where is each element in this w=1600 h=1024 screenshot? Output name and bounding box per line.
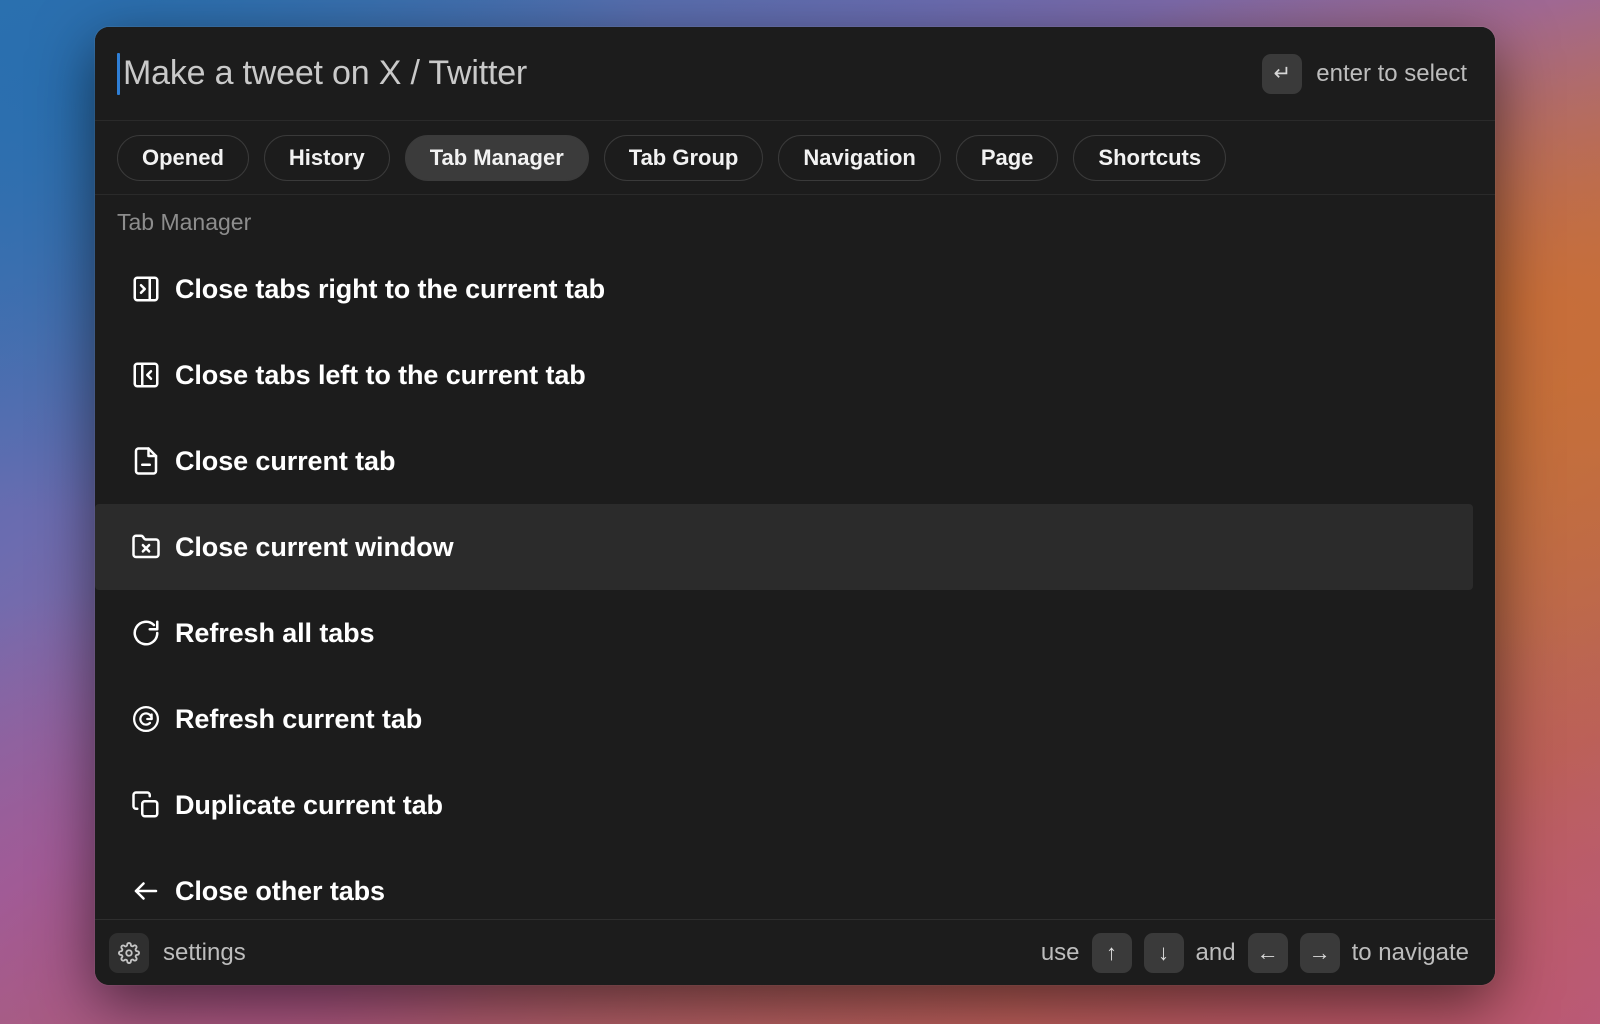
command-palette-window: Make a tweet on X / Twitter ↵ enter to s…: [95, 27, 1495, 985]
copy-icon: [117, 790, 175, 820]
file-minus-icon: [117, 446, 175, 476]
list-item-close-tabs-right[interactable]: Close tabs right to the current tab: [95, 246, 1473, 332]
list-item-label: Duplicate current tab: [175, 790, 443, 821]
footer-bar: settings use ↑ ↓ and ← → to navigate: [95, 919, 1495, 985]
enter-hint-label: enter to select: [1316, 60, 1467, 88]
command-rows: Close tabs right to the current tab Clos…: [95, 246, 1495, 919]
arrow-left-key-icon[interactable]: ←: [1248, 933, 1288, 973]
command-list: Tab Manager Close tabs right to the curr…: [95, 195, 1495, 919]
tab-navigation[interactable]: Navigation: [778, 135, 940, 181]
arrow-left-icon: [117, 876, 175, 906]
text-caret: [117, 53, 120, 95]
list-scrollbar[interactable]: [1479, 495, 1489, 919]
list-section-label: Tab Manager: [95, 195, 1495, 246]
list-item-label: Close tabs left to the current tab: [175, 360, 586, 391]
navigation-hint: use ↑ ↓ and ← → to navigate: [1041, 933, 1469, 973]
enter-to-select-hint: ↵ enter to select: [1262, 54, 1467, 94]
search-input-wrapper[interactable]: Make a tweet on X / Twitter: [117, 53, 1262, 95]
list-item-close-current-tab[interactable]: Close current tab: [95, 418, 1473, 504]
list-item-close-current-window[interactable]: Close current window: [95, 504, 1473, 590]
panel-left-close-icon: [117, 360, 175, 390]
refresh-circle-icon: [117, 704, 175, 734]
tab-shortcuts[interactable]: Shortcuts: [1073, 135, 1226, 181]
list-item-label: Close tabs right to the current tab: [175, 274, 605, 305]
arrow-up-key-icon[interactable]: ↑: [1092, 933, 1132, 973]
settings-group[interactable]: settings: [109, 933, 246, 973]
tab-tab-group[interactable]: Tab Group: [604, 135, 764, 181]
list-item-close-other-tabs[interactable]: Close other tabs: [95, 848, 1473, 919]
list-item-label: Close current window: [175, 532, 454, 563]
tab-history[interactable]: History: [264, 135, 390, 181]
enter-key-icon: ↵: [1262, 54, 1302, 94]
list-item-refresh-all-tabs[interactable]: Refresh all tabs: [95, 590, 1473, 676]
panel-right-close-icon: [117, 274, 175, 304]
settings-label[interactable]: settings: [163, 939, 246, 967]
refresh-cw-icon: [117, 618, 175, 648]
list-item-label: Close current tab: [175, 446, 395, 477]
tab-tab-manager[interactable]: Tab Manager: [405, 135, 589, 181]
arrow-right-key-icon[interactable]: →: [1300, 933, 1340, 973]
navigate-label: to navigate: [1352, 939, 1469, 967]
tab-opened[interactable]: Opened: [117, 135, 249, 181]
list-item-label: Close other tabs: [175, 876, 385, 907]
list-item-label: Refresh current tab: [175, 704, 422, 735]
search-input[interactable]: Make a tweet on X / Twitter: [123, 54, 527, 93]
use-label: use: [1041, 939, 1080, 967]
list-item-close-tabs-left[interactable]: Close tabs left to the current tab: [95, 332, 1473, 418]
list-item-duplicate-current-tab[interactable]: Duplicate current tab: [95, 762, 1473, 848]
folder-x-icon: [117, 532, 175, 562]
list-item-label: Refresh all tabs: [175, 618, 374, 649]
tab-page[interactable]: Page: [956, 135, 1059, 181]
arrow-down-key-icon[interactable]: ↓: [1144, 933, 1184, 973]
list-item-refresh-current-tab[interactable]: Refresh current tab: [95, 676, 1473, 762]
category-tabs: Opened History Tab Manager Tab Group Nav…: [95, 121, 1495, 195]
search-header: Make a tweet on X / Twitter ↵ enter to s…: [95, 27, 1495, 121]
gear-icon[interactable]: [109, 933, 149, 973]
and-label: and: [1196, 939, 1236, 967]
